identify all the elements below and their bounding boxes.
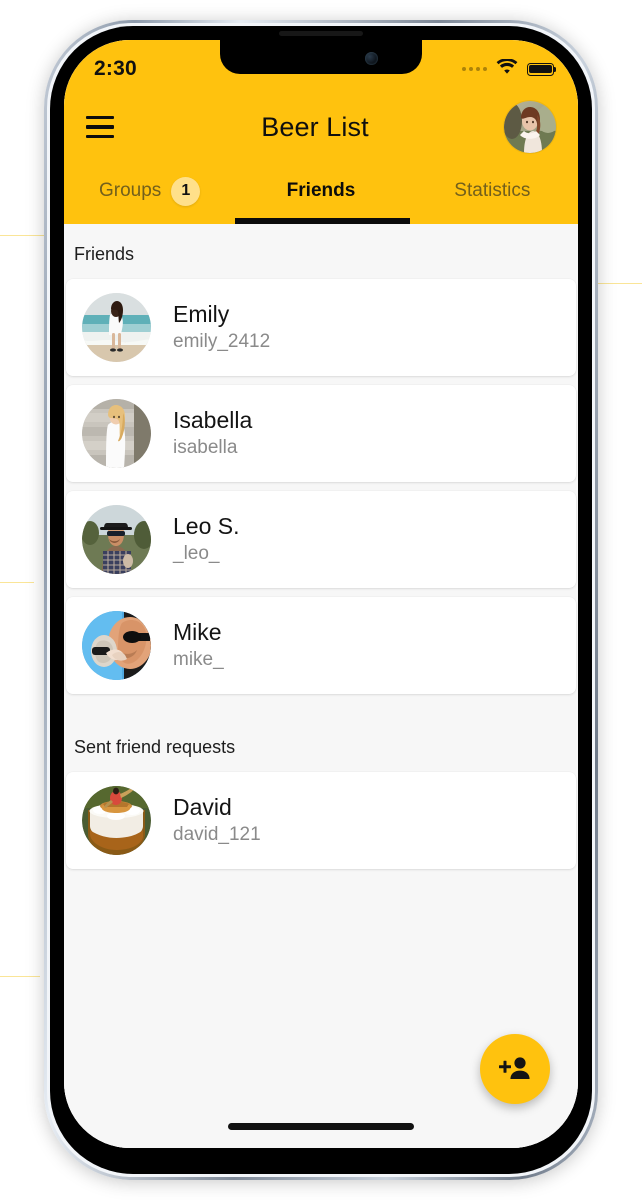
tab-groups[interactable]: Groups 1 <box>64 162 235 224</box>
tab-groups-label: Groups <box>99 180 162 201</box>
user-profile-avatar[interactable] <box>504 101 556 153</box>
guide-line-bottom <box>0 976 40 977</box>
list-item-name: Leo S. <box>173 513 240 540</box>
phone-frame: 2:30 Beer List Groups 1 Friends Statisti… <box>44 20 598 1180</box>
page-title: Beer List <box>261 111 369 142</box>
earpiece-speaker <box>279 31 363 36</box>
app-container: 2:30 Beer List Groups 1 Friends Statisti… <box>64 40 578 1148</box>
list-item[interactable]: Emily emily_2412 <box>66 279 576 376</box>
section-header-friends: Friends <box>74 244 135 264</box>
home-indicator-bar[interactable] <box>228 1123 414 1130</box>
guide-line-right <box>596 283 642 284</box>
person-add-icon <box>499 1055 531 1084</box>
list-item-name: Emily <box>173 301 230 328</box>
list-item-text: Mike mike_ <box>173 620 224 670</box>
list-item-handle: emily_2412 <box>173 330 271 352</box>
list-item-text: Emily emily_2412 <box>173 302 270 352</box>
man-drinking-avatar <box>82 611 151 680</box>
list-item-handle: mike_ <box>173 648 224 670</box>
section-header-sent-requests: Sent friend requests <box>74 737 236 757</box>
list-item-text: Leo S. _leo_ <box>173 514 240 564</box>
tab-friends-label: Friends <box>286 180 356 201</box>
list-item-name: Isabella <box>173 407 253 434</box>
tab-statistics-label: Statistics <box>454 180 531 201</box>
guide-line-mid <box>0 582 34 583</box>
friends-list-body[interactable]: Friends Emily emily_2412 Isabella isabel… <box>64 224 578 1148</box>
add-friend-fab[interactable] <box>480 1034 550 1104</box>
front-camera-icon <box>365 52 378 65</box>
list-item[interactable]: David david_121 <box>66 772 576 869</box>
list-item-text: Isabella isabella <box>173 408 252 458</box>
app-bar: Beer List <box>64 92 578 162</box>
guide-line-top <box>0 235 46 236</box>
tab-statistics[interactable]: Statistics <box>407 162 578 224</box>
list-item-handle: _leo_ <box>173 542 220 564</box>
list-item-handle: david_121 <box>173 823 261 845</box>
beach-woman-avatar <box>82 293 151 362</box>
tab-bar: Groups 1 Friends Statistics <box>64 162 578 224</box>
hamburger-menu-icon[interactable] <box>86 107 126 147</box>
display-notch <box>220 40 422 74</box>
list-item-handle: isabella <box>173 436 238 458</box>
screenshot-root: 2:30 Beer List Groups 1 Friends Statisti… <box>0 0 642 1200</box>
list-item[interactable]: Mike mike_ <box>66 597 576 694</box>
list-item[interactable]: Leo S. _leo_ <box>66 491 576 588</box>
list-item-text: David david_121 <box>173 795 261 845</box>
phone-screen: 2:30 Beer List Groups 1 Friends Statisti… <box>64 40 578 1148</box>
wifi-icon <box>496 57 518 80</box>
status-bar-clock: 2:30 <box>94 57 137 80</box>
signal-dots-icon <box>462 67 487 71</box>
beer-glass-rower-avatar <box>82 786 151 855</box>
status-bar-indicators <box>462 57 557 80</box>
list-item-name: Mike <box>173 619 222 646</box>
blonde-woman-avatar <box>82 399 151 468</box>
battery-full-icon <box>527 62 557 76</box>
tab-groups-badge: 1 <box>171 176 201 206</box>
list-item-name: David <box>173 794 232 821</box>
list-item[interactable]: Isabella isabella <box>66 385 576 482</box>
man-hat-sunglasses-avatar <box>82 505 151 574</box>
tab-friends[interactable]: Friends <box>235 162 406 224</box>
